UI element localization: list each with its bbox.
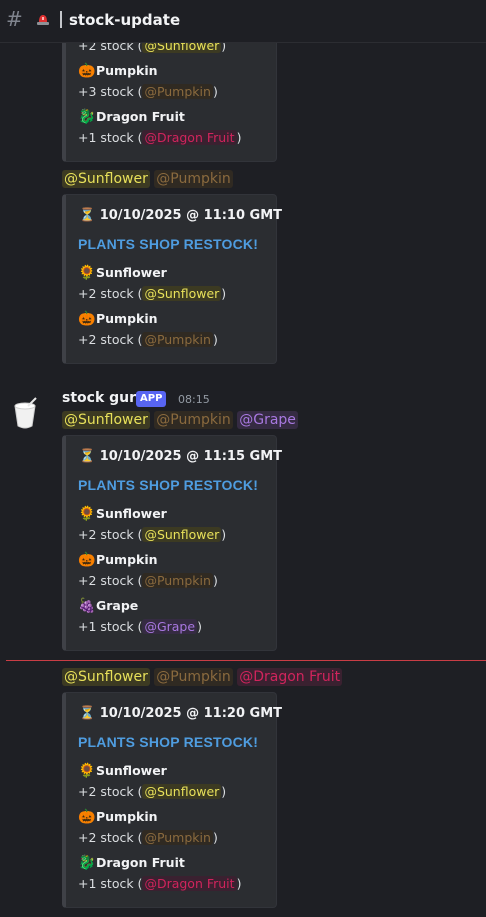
hourglass-icon: ⏳ xyxy=(79,449,96,464)
role-mention-sunflower[interactable]: @Sunflower xyxy=(142,527,222,542)
field-name: 🎃Pumpkin xyxy=(78,552,158,568)
embed-title: ⏳ 10/10/2025 @ 11:20 GMT xyxy=(79,706,283,721)
hourglass-icon: ⏳ xyxy=(79,706,96,721)
restock-embed: ⏳ 10/10/2025 @ 11:10 GMT PLANTS SHOP RES… xyxy=(62,194,282,364)
role-mention-pumpkin[interactable]: @Pumpkin xyxy=(142,830,213,845)
stock-line: +2 stock (@Sunflower) xyxy=(78,784,227,799)
sunflower-icon: 🌻 xyxy=(78,265,96,281)
role-mention-pumpkin[interactable]: @Pumpkin xyxy=(142,84,213,99)
field-name: 🎃Pumpkin xyxy=(78,63,158,79)
role-mention-sunflower[interactable]: @Sunflower xyxy=(62,668,150,686)
stock-line: +2 stock (@Pumpkin) xyxy=(78,830,218,845)
stock-line: +1 stock (@Dragon Fruit) xyxy=(78,876,242,891)
role-mention-pumpkin[interactable]: @Pumpkin xyxy=(142,332,213,347)
pumpkin-icon: 🎃 xyxy=(78,63,96,79)
channel-name[interactable]: stock-update xyxy=(69,10,180,30)
hash-icon: # xyxy=(6,7,23,31)
sunflower-icon: 🌻 xyxy=(78,506,96,522)
role-mentions: @Sunflower @Pumpkin xyxy=(62,170,233,188)
field-name: 🎃Pumpkin xyxy=(78,311,158,327)
role-mention-grape[interactable]: @Grape xyxy=(237,411,298,429)
pumpkin-icon: 🎃 xyxy=(78,552,96,568)
field-name: 🌻Sunflower xyxy=(78,265,167,281)
stock-line: +1 stock (@Dragon Fruit) xyxy=(78,130,242,145)
hourglass-icon: ⏳ xyxy=(79,208,96,223)
role-mention-dragon-fruit[interactable]: @Dragon Fruit xyxy=(237,668,343,686)
sunflower-icon: 🌻 xyxy=(78,763,96,779)
new-messages-divider xyxy=(6,660,486,661)
app-badge: APP xyxy=(136,391,167,407)
siren-icon xyxy=(37,15,49,25)
field-name: 🌻Sunflower xyxy=(78,763,167,779)
field-name: 🐉Dragon Fruit xyxy=(78,855,185,871)
dragon-icon: 🐉 xyxy=(78,855,96,871)
stock-line: +1 stock (@Grape) xyxy=(78,619,202,634)
stock-line: +3 stock (@Pumpkin) xyxy=(78,84,218,99)
embed-title: ⏳ 10/10/2025 @ 11:10 GMT xyxy=(79,208,283,223)
restock-embed: ⏳ 10/10/2025 @ 11:15 GMT PLANTS SHOP RES… xyxy=(62,435,282,651)
stock-line: +2 stock (@Sunflower) xyxy=(78,527,227,542)
role-mention-grape[interactable]: @Grape xyxy=(142,619,198,634)
role-mention-pumpkin[interactable]: @Pumpkin xyxy=(154,668,233,686)
role-mentions: @Sunflower @Pumpkin @Dragon Fruit xyxy=(62,668,343,686)
role-mention-pumpkin[interactable]: @Pumpkin xyxy=(154,170,233,188)
role-mention-sunflower[interactable]: @Sunflower xyxy=(62,170,150,188)
restock-heading: PLANTS SHOP RESTOCK! xyxy=(78,734,259,750)
pumpkin-icon: 🎃 xyxy=(78,809,96,825)
bot-avatar[interactable] xyxy=(10,396,40,432)
message-timestamp[interactable]: 08:15 xyxy=(178,393,210,406)
role-mention-pumpkin[interactable]: @Pumpkin xyxy=(142,573,213,588)
field-name: 🐉Dragon Fruit xyxy=(78,109,185,125)
stock-line: +2 stock (@Pumpkin) xyxy=(78,573,218,588)
role-mention-sunflower[interactable]: @Sunflower xyxy=(62,411,150,429)
field-name: 🍇Grape xyxy=(78,598,139,614)
role-mentions: @Sunflower @Pumpkin @Grape xyxy=(62,411,298,429)
restock-embed: +2 stock (@Sunflower) 🎃Pumpkin +3 stock … xyxy=(62,30,277,162)
message-feed[interactable]: +2 stock (@Sunflower) 🎃Pumpkin +3 stock … xyxy=(0,0,486,917)
channel-header: # stock-update xyxy=(0,0,486,43)
role-mention-sunflower[interactable]: @Sunflower xyxy=(142,784,222,799)
stock-line: +2 stock (@Sunflower) xyxy=(78,286,227,301)
role-mention-dragon-fruit[interactable]: @Dragon Fruit xyxy=(142,130,237,145)
stock-line: +2 stock (@Pumpkin) xyxy=(78,332,218,347)
role-mention-sunflower[interactable]: @Sunflower xyxy=(142,286,222,301)
field-name: 🌻Sunflower xyxy=(78,506,167,522)
restock-embed: ⏳ 10/10/2025 @ 11:20 GMT PLANTS SHOP RES… xyxy=(62,692,282,908)
restock-heading: PLANTS SHOP RESTOCK! xyxy=(78,477,259,493)
field-name: 🎃Pumpkin xyxy=(78,809,158,825)
embed-title: ⏳ 10/10/2025 @ 11:15 GMT xyxy=(79,449,283,464)
author-name[interactable]: stock gurt xyxy=(62,390,143,406)
pumpkin-icon: 🎃 xyxy=(78,311,96,327)
restock-heading: PLANTS SHOP RESTOCK! xyxy=(78,236,259,252)
header-divider xyxy=(60,11,62,28)
dragon-icon: 🐉 xyxy=(78,109,96,125)
role-mention-dragon-fruit[interactable]: @Dragon Fruit xyxy=(142,876,237,891)
role-mention-pumpkin[interactable]: @Pumpkin xyxy=(154,411,233,429)
grape-icon: 🍇 xyxy=(78,598,96,614)
